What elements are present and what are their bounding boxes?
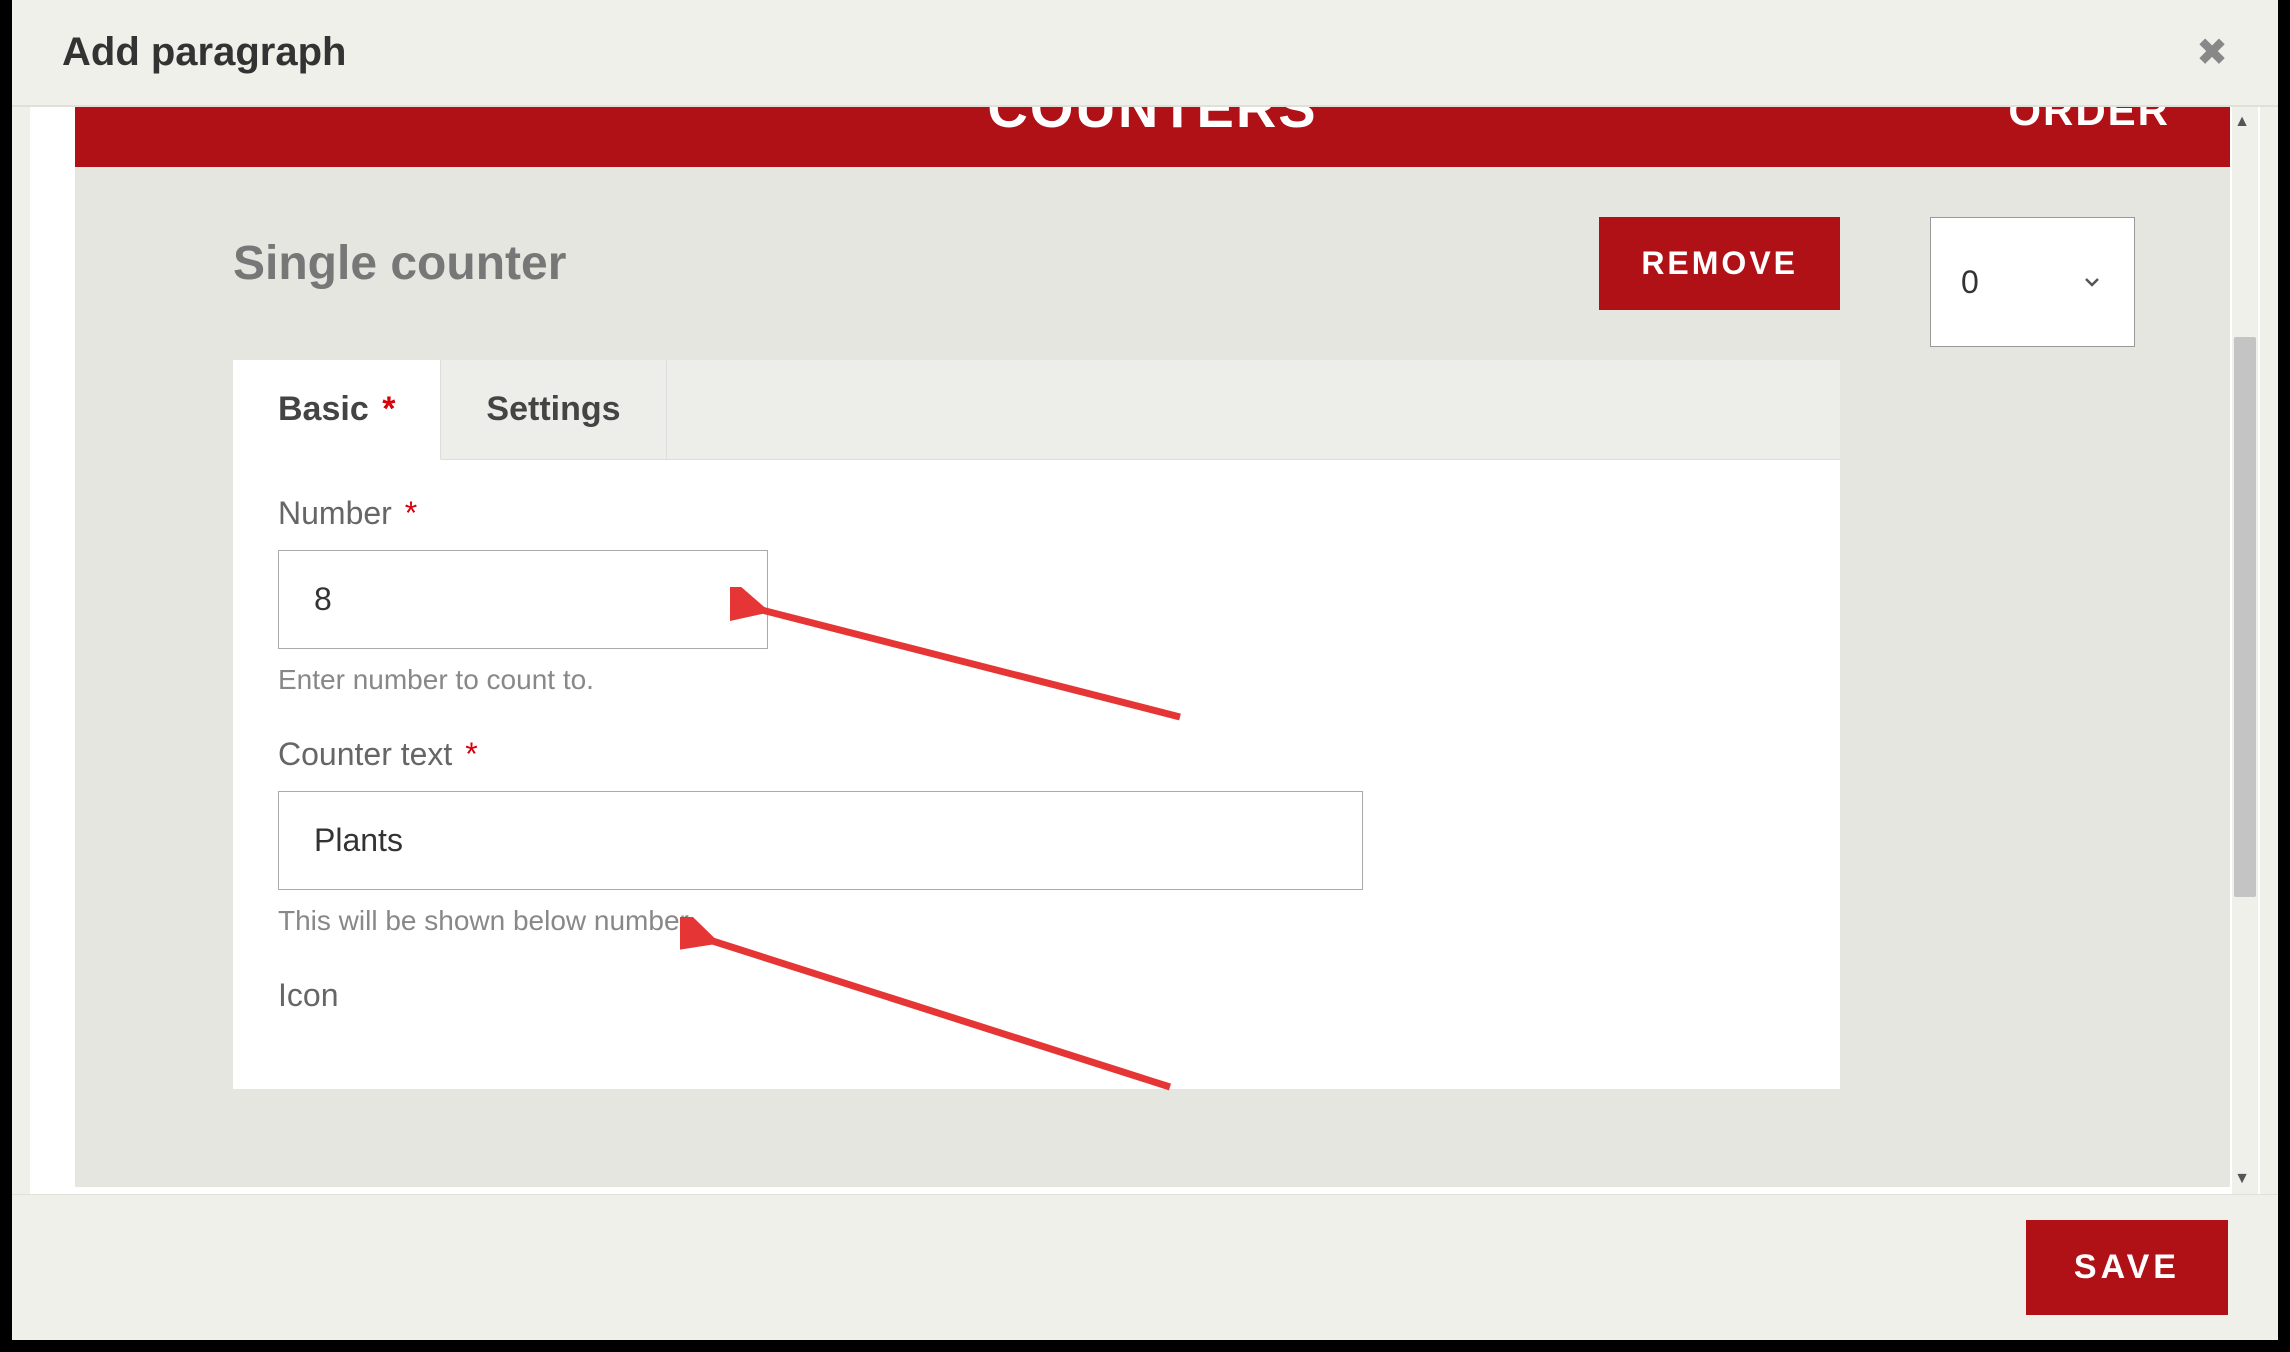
required-icon: *: [405, 495, 417, 531]
scroll-area: COUNTERS ORDER Single counter REMOVE Bas…: [75, 107, 2230, 1194]
banner-title: COUNTERS: [987, 107, 1317, 140]
main-panel: Single counter REMOVE Basic * Settings: [183, 167, 1870, 1187]
field-counter-text: Counter text * This will be shown below …: [278, 736, 1795, 937]
remove-button[interactable]: REMOVE: [1599, 217, 1840, 310]
field-icon: Icon: [278, 977, 1795, 1014]
icon-label: Icon: [278, 977, 1795, 1014]
left-gutter: [75, 167, 183, 1187]
chevron-down-icon: [2080, 270, 2104, 294]
close-button[interactable]: ✖: [2196, 34, 2228, 72]
field-number: Number * Enter number to count to.: [278, 495, 1795, 696]
tab-content-basic: Number * Enter number to count to. Count…: [233, 460, 1840, 1089]
order-column: 0: [1870, 167, 2230, 1187]
order-value: 0: [1961, 264, 1979, 301]
panel-title: Single counter: [233, 236, 566, 291]
tab-basic-label: Basic: [278, 390, 369, 428]
tabs-bar: Basic * Settings: [233, 360, 1840, 460]
banner-order-label: ORDER: [2008, 107, 2170, 135]
scrollbar-track[interactable]: ▲ ▼: [2232, 107, 2258, 1194]
order-select[interactable]: 0: [1930, 217, 2135, 347]
counter-text-label: Counter text *: [278, 736, 1795, 773]
scrollbar-thumb[interactable]: [2234, 337, 2256, 897]
tabs-container: Basic * Settings Number *: [233, 360, 1840, 1089]
tab-settings-label: Settings: [486, 390, 620, 428]
required-icon: *: [465, 736, 477, 772]
modal-footer: SAVE: [12, 1194, 2278, 1340]
modal-body: COUNTERS ORDER Single counter REMOVE Bas…: [30, 107, 2260, 1194]
required-icon: *: [382, 390, 395, 428]
tab-basic[interactable]: Basic *: [233, 360, 441, 460]
scroll-up-icon[interactable]: ▲: [2234, 113, 2250, 131]
modal-header: Add paragraph ✖: [12, 0, 2278, 107]
modal-title: Add paragraph: [62, 30, 346, 75]
tab-settings[interactable]: Settings: [441, 360, 666, 459]
modal-overlay: Add paragraph ✖ COUNTERS ORDER Single co…: [12, 0, 2278, 1340]
section-banner: COUNTERS ORDER: [75, 107, 2230, 167]
close-icon: ✖: [2196, 32, 2228, 74]
counter-text-input[interactable]: [278, 791, 1363, 890]
panel-header: Single counter REMOVE: [183, 167, 1870, 360]
counter-text-help: This will be shown below number.: [278, 905, 1795, 937]
number-input[interactable]: [278, 550, 768, 649]
save-button[interactable]: SAVE: [2026, 1220, 2228, 1315]
number-label: Number *: [278, 495, 1795, 532]
content-wrapper: Single counter REMOVE Basic * Settings: [75, 167, 2230, 1187]
number-help: Enter number to count to.: [278, 664, 1795, 696]
scroll-down-icon[interactable]: ▼: [2234, 1170, 2250, 1188]
